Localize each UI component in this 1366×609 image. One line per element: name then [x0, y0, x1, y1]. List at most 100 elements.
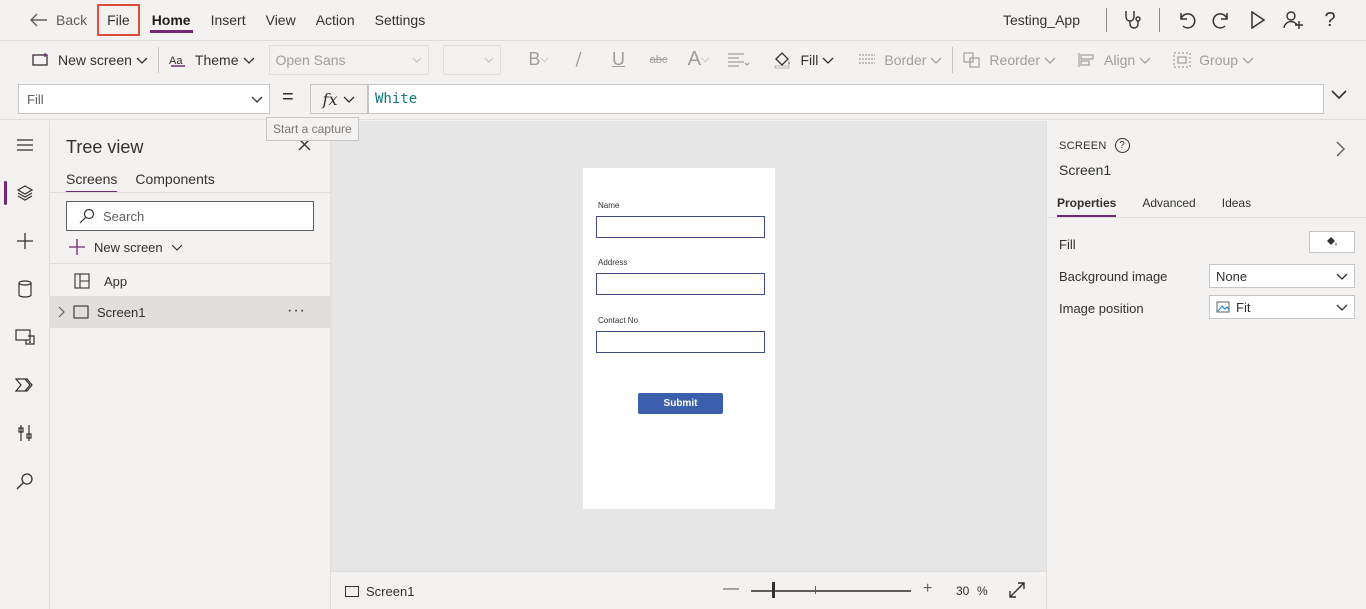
hamburger-button[interactable]	[0, 125, 50, 165]
current-screen[interactable]: Screen1	[345, 584, 414, 599]
fill-color-picker[interactable]	[1309, 231, 1355, 253]
formula-input[interactable]: White	[368, 84, 1324, 114]
menu-home[interactable]: Home	[142, 0, 201, 40]
tree-item-label: App	[104, 273, 128, 289]
help-label: ?	[1324, 8, 1336, 31]
database-icon	[18, 280, 32, 298]
redo-icon	[1212, 13, 1228, 29]
chevron-down-icon	[1336, 304, 1348, 311]
new-screen-button[interactable]: New screen	[26, 45, 154, 75]
tree-view-button[interactable]	[0, 173, 50, 213]
fit-to-window-button[interactable]	[1009, 582, 1025, 601]
menu-file[interactable]: File	[97, 4, 140, 36]
preview-button[interactable]	[1240, 2, 1276, 38]
menu-settings[interactable]: Settings	[365, 0, 436, 40]
status-bar: Screen1 — + 30 %	[331, 571, 1046, 609]
paint-bucket-icon	[1327, 237, 1337, 246]
image-position-select[interactable]: Fit	[1209, 295, 1355, 319]
font-size-select[interactable]	[442, 44, 501, 75]
bold-button[interactable]: B ⌵	[519, 49, 559, 70]
zoom-out-button[interactable]: —	[723, 580, 739, 598]
tree-new-screen-button[interactable]: New screen	[68, 238, 191, 256]
tree-item-screen1[interactable]: Screen1 ···	[50, 296, 330, 328]
media-icon	[15, 329, 35, 345]
redo-button[interactable]	[1204, 2, 1240, 38]
tab-properties[interactable]: Properties	[1057, 196, 1117, 217]
reorder-button[interactable]: Reorder	[957, 45, 1062, 75]
zoom-slider-thumb[interactable]	[772, 582, 775, 598]
plus-icon	[69, 239, 85, 255]
name-input[interactable]	[596, 216, 765, 238]
search-rail-button[interactable]	[0, 461, 50, 501]
insert-button[interactable]	[0, 221, 50, 261]
theme-button[interactable]: Aa Theme	[163, 45, 261, 75]
menu-action[interactable]: Action	[306, 0, 365, 40]
zoom-value[interactable]: 30	[956, 584, 969, 598]
background-image-select[interactable]: None	[1209, 264, 1355, 288]
screen-preview[interactable]: Name Address Contact No Submit	[583, 168, 775, 509]
italic-label: /	[575, 49, 582, 70]
chevron-down-icon	[344, 96, 355, 103]
help-button[interactable]: ?	[1312, 2, 1348, 38]
chevron-down-icon	[251, 96, 263, 103]
zoom-slider[interactable]	[751, 590, 911, 592]
collapse-panel-button[interactable]	[1335, 141, 1345, 160]
tab-screens[interactable]: Screens	[66, 171, 118, 193]
text-align-button[interactable]	[719, 52, 759, 68]
back-button[interactable]: Back	[0, 12, 95, 28]
chevron-down-icon	[1242, 57, 1254, 64]
address-input[interactable]	[596, 273, 765, 295]
submit-button[interactable]: Submit	[638, 393, 723, 414]
fill-button[interactable]: Fill	[767, 45, 841, 75]
tooltip: Start a capture	[266, 117, 359, 141]
arrow-left-icon	[30, 13, 47, 27]
fx-button[interactable]: fx	[310, 84, 368, 114]
power-automate-button[interactable]	[0, 365, 50, 405]
align-lines-icon	[727, 52, 749, 67]
border-button[interactable]: Border	[852, 45, 948, 75]
tab-advanced[interactable]: Advanced	[1142, 196, 1195, 217]
font-size-button[interactable]: A ⌵	[679, 48, 719, 71]
contact-input[interactable]	[596, 331, 765, 353]
design-canvas[interactable]: Name Address Contact No Submit	[331, 121, 1046, 571]
border-style-icon	[859, 53, 876, 64]
underline-button[interactable]: U	[599, 49, 639, 70]
tab-ideas[interactable]: Ideas	[1222, 196, 1251, 217]
search-input[interactable]: Search	[66, 201, 314, 231]
menu-view[interactable]: View	[256, 0, 306, 40]
zoom-in-button[interactable]: +	[923, 580, 932, 598]
search-placeholder: Search	[103, 208, 145, 224]
chevron-down-icon	[136, 57, 148, 64]
help-icon[interactable]: ?	[1114, 138, 1130, 153]
data-button[interactable]	[0, 269, 50, 309]
tree-item-app[interactable]: App	[50, 265, 330, 297]
svg-text:Aa: Aa	[169, 55, 183, 67]
control-name[interactable]: Screen1	[1059, 162, 1111, 178]
background-image-value: None	[1216, 268, 1248, 284]
undo-button[interactable]	[1168, 2, 1204, 38]
share-button[interactable]	[1276, 2, 1312, 38]
property-select[interactable]: Fill	[18, 84, 270, 114]
italic-button[interactable]: /	[559, 49, 599, 70]
align-button[interactable]: Align	[1072, 45, 1157, 75]
ribbon-toolbar: New screen Aa Theme Open Sans B ⌵ / U abc…	[0, 40, 1366, 78]
chevron-down-icon: ⌵	[701, 53, 710, 65]
media-button[interactable]	[0, 317, 50, 357]
app-actions: Testing_App ?	[1003, 0, 1366, 40]
formula-bar: Fill = fx White	[0, 78, 1366, 120]
divider	[1159, 8, 1160, 32]
theme-label: Theme	[194, 51, 239, 68]
more-options-button[interactable]: ···	[287, 302, 306, 320]
app-checker-button[interactable]	[1115, 2, 1151, 38]
tab-components[interactable]: Components	[135, 171, 214, 193]
expand-formula-button[interactable]	[1330, 88, 1348, 103]
zoom-slider-tick	[815, 586, 816, 594]
font-family-select[interactable]: Open Sans	[268, 44, 429, 75]
chevron-down-icon	[930, 57, 942, 64]
group-button[interactable]: Group	[1167, 45, 1260, 75]
strikethrough-button[interactable]: abc	[639, 54, 679, 66]
expand-icon	[1009, 582, 1025, 598]
reorder-label: Reorder	[989, 51, 1041, 68]
advanced-tools-button[interactable]	[0, 413, 50, 453]
menu-insert[interactable]: Insert	[201, 0, 256, 40]
